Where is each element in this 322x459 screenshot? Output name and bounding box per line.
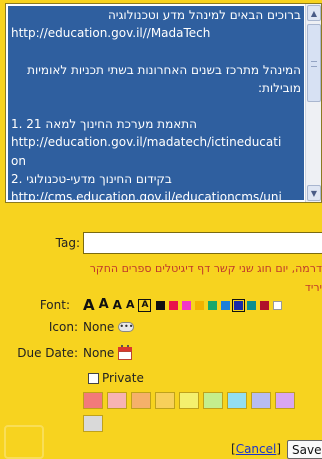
private-checkbox[interactable] [88, 372, 99, 384]
editor-line: 1. 21 התאמת מערכת החינוך למאה [11, 117, 197, 132]
scroll-down-icon[interactable]: ▼ [307, 185, 321, 201]
due-date-label: Due Date: [17, 346, 78, 360]
icon-label: Icon: [48, 320, 78, 334]
editor-line: 2. בקידום החינוך מדעי-טכנולוגי [11, 171, 172, 186]
font-color-swatch[interactable] [208, 300, 218, 310]
editor-line: http://education.gov.il/madatech/ictined… [11, 135, 282, 150]
private-label: Private [102, 371, 144, 385]
font-color-swatch[interactable] [169, 300, 179, 310]
editor-line: http://education.gov.il//MadaTech [11, 26, 211, 41]
font-options: A A A A A [83, 296, 286, 314]
icon-picker-more-icon[interactable]: ••• [118, 322, 135, 332]
note-color-swatch[interactable] [179, 392, 199, 409]
private-option[interactable]: Private [88, 371, 144, 385]
font-color-swatch[interactable] [156, 300, 166, 310]
font-color-swatch[interactable] [273, 300, 283, 310]
calendar-icon[interactable] [118, 344, 133, 360]
cancel-link[interactable]: Cancel [236, 442, 277, 456]
note-color-swatch[interactable] [227, 392, 247, 409]
editor-line: ברוכים הבאים למינהל מדע וטכנולוגיה [107, 8, 301, 22]
font-color-swatch[interactable] [232, 298, 246, 312]
tag-suggestions[interactable]: דרמה, יום חוג שני קשר דף דיגיטלים ספרים … [83, 259, 322, 297]
note-color-swatch[interactable] [203, 392, 223, 409]
tag-label: Tag: [55, 236, 80, 250]
due-date-value: None [83, 346, 115, 360]
editor-scrollbar[interactable]: ▲ ▼ [305, 4, 321, 202]
note-color-swatch[interactable] [131, 392, 151, 409]
note-text-editor[interactable]: ברוכים הבאים למינהל מדע וטכנולוגיה http:/… [5, 3, 322, 203]
font-size-boxed[interactable]: A [138, 298, 152, 312]
font-size-small[interactable]: A [126, 296, 135, 314]
note-text-content[interactable]: ברוכים הבאים למינהל מדע וטכנולוגיה http:/… [8, 6, 304, 200]
editor-line: on [11, 153, 26, 168]
scroll-up-icon[interactable]: ▲ [307, 5, 321, 21]
font-color-swatch[interactable] [260, 300, 270, 310]
icon-value: None [83, 320, 115, 334]
font-size-xl[interactable]: A [83, 296, 95, 314]
font-color-swatch[interactable] [195, 300, 205, 310]
logo-watermark [4, 425, 44, 459]
note-color-swatch[interactable] [155, 392, 175, 409]
note-color-swatch[interactable] [275, 392, 295, 409]
font-size-large[interactable]: A [99, 296, 109, 314]
note-color-swatch[interactable] [83, 415, 103, 432]
cancel-link-wrapper: [Cancel] [231, 442, 282, 456]
tag-input[interactable] [83, 232, 322, 254]
save-button[interactable]: Save [287, 440, 322, 459]
note-color-swatch[interactable] [251, 392, 271, 409]
font-label: Font: [39, 298, 70, 312]
font-color-swatch[interactable] [247, 300, 257, 310]
editor-line: מובילות: [257, 80, 301, 95]
editor-line: המינהל מתרכז בשנים האחרונות בשתי תכניות … [27, 62, 301, 77]
note-color-swatch[interactable] [83, 392, 103, 409]
editor-line: http://cms.education.gov.il/educationcms… [11, 190, 282, 200]
scrollbar-thumb[interactable] [307, 24, 321, 102]
font-color-swatch[interactable] [182, 300, 192, 310]
font-size-medium[interactable]: A [113, 296, 122, 314]
note-color-swatch[interactable] [107, 392, 127, 409]
font-color-swatch[interactable] [221, 300, 231, 310]
